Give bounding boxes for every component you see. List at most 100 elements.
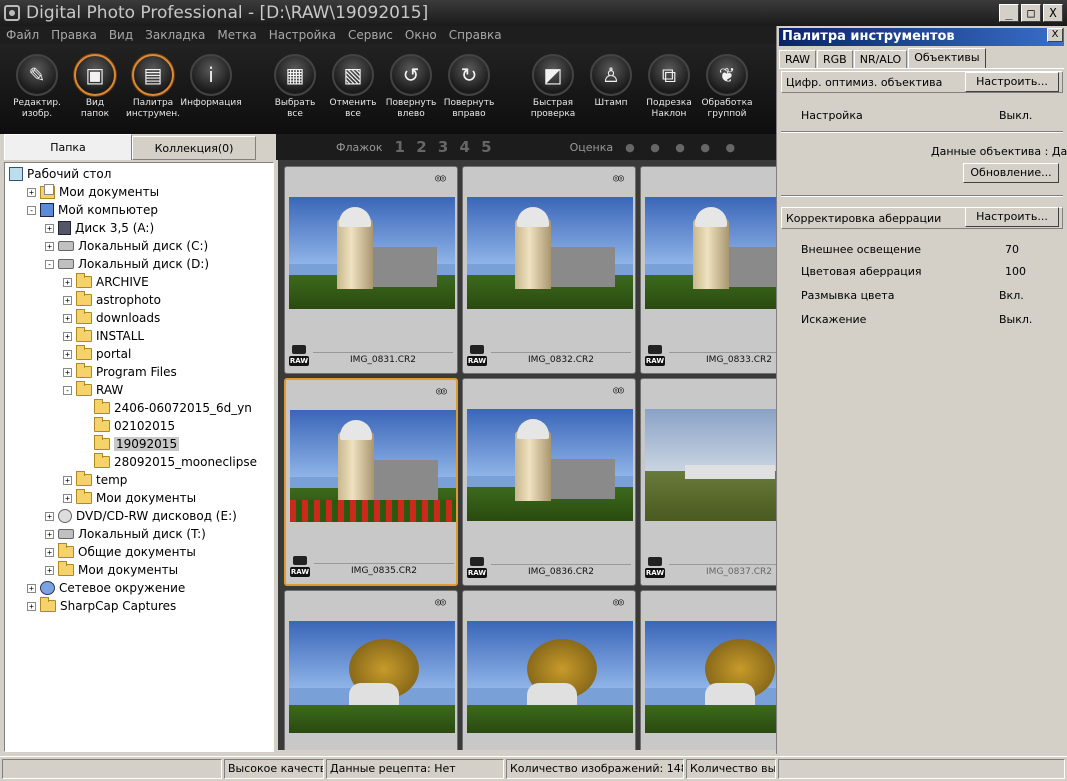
thumbnail[interactable]: ◎◎ RAW IMG_0836.CR2 [462,378,636,586]
toolbar-button[interactable]: ⧉ Подрезка Наклон [640,54,698,120]
tree-item[interactable]: + Program Files [63,363,177,381]
tree-item[interactable]: 2406-06072015_6d_yn [81,399,252,417]
toolbar-button[interactable]: ↺ Повернуть влево [382,54,440,120]
tab-collection[interactable]: Коллекция(0) [132,136,256,160]
toolbar-button[interactable]: ▣ Вид папок [66,54,124,120]
tree-item[interactable]: + Мои документы [27,183,159,201]
toolbar-button[interactable]: ▤ Палитра инструмен. [124,54,182,120]
tree-item-label: temp [96,473,128,487]
tree-item[interactable]: 02102015 [81,417,175,435]
toolbar-button[interactable]: ◩ Быстрая проверка [524,54,582,120]
tree-item[interactable]: 28092015_mooneclipse [81,453,257,471]
tree-item[interactable]: + Локальный диск (C:) [45,237,208,255]
menu-item[interactable]: Сервис [348,28,393,42]
flag-buttons[interactable]: 1 2 3 4 5 [395,138,495,156]
close-button[interactable]: X [1043,4,1063,22]
expand-toggle-icon[interactable]: + [63,493,72,503]
thumbnail[interactable]: ◎◎ [462,590,636,750]
tree-item[interactable]: + SharpCap Captures [27,597,176,615]
palette-close-button[interactable]: X [1047,28,1063,42]
expand-toggle-icon[interactable]: + [63,295,72,305]
tab-lens[interactable]: Объективы [908,48,986,68]
toolbar-button[interactable]: i Информация [180,54,242,109]
expand-toggle-icon[interactable]: - [63,385,72,395]
expand-toggle-icon[interactable]: + [27,601,36,611]
tab-raw[interactable]: RAW [779,50,816,68]
tree-item-label: Мои документы [96,491,197,505]
tree-item[interactable]: + downloads [63,309,160,327]
raw-badge-icon: RAW [290,556,310,580]
expand-toggle-icon[interactable]: + [63,277,72,287]
tree-item[interactable]: + ARCHIVE [63,273,149,291]
expand-toggle-icon[interactable]: + [45,529,54,539]
menu-item[interactable]: Справка [449,28,502,42]
thumbnail[interactable]: ◎◎ RAW IMG_0832.CR2 [462,166,636,374]
tree-item[interactable]: 19092015 [81,435,180,453]
folder-tree[interactable]: Рабочий стол + Мои документы - Мой компьютер… [4,162,274,752]
rating-buttons[interactable]: ● ● ● ● ● [625,141,741,154]
aberration-configure-button[interactable]: Настроить... [965,207,1059,227]
expand-toggle-icon[interactable]: + [63,475,72,485]
tree-item[interactable]: + Диск 3,5 (A:) [45,219,154,237]
tree-item[interactable]: + Мои документы [63,489,196,507]
toolbar-button[interactable]: ▧ Отменить все [324,54,382,120]
menu-item[interactable]: Метка [217,28,256,42]
tree-item[interactable]: + Локальный диск (T:) [45,525,206,543]
thumbnail[interactable]: ◎◎RAWIMG_0837.CR2 [640,378,776,586]
menu-item[interactable]: Закладка [145,28,205,42]
menu-item[interactable]: Настройка [269,28,336,42]
menu-item[interactable]: Вид [109,28,133,42]
toolbar-button[interactable]: ♙ Штамп [582,54,640,109]
tree-item[interactable]: + portal [63,345,131,363]
expand-toggle-icon[interactable]: + [63,331,72,341]
expand-toggle-icon[interactable]: - [45,259,54,269]
expand-toggle-icon[interactable]: + [63,349,72,359]
expand-toggle-icon[interactable]: + [45,565,54,575]
expand-toggle-icon[interactable]: + [45,223,54,233]
tree-item[interactable]: + temp [63,471,127,489]
update-button[interactable]: Обновление... [963,163,1059,183]
menu-item[interactable]: Окно [405,28,437,42]
expand-toggle-icon[interactable]: + [45,511,54,521]
expand-toggle-icon[interactable]: - [27,205,36,215]
thumbnail[interactable]: ◎◎RAWIMG_0833.CR2 [640,166,776,374]
tab-rgb[interactable]: RGB [817,50,853,68]
tree-item[interactable]: - Локальный диск (D:) [45,255,209,273]
tree-item[interactable]: + Мои документы [45,561,178,579]
expand-toggle-icon[interactable]: + [45,241,54,251]
tab-nr-alo[interactable]: NR/ALO [853,50,908,68]
tree-item[interactable]: + astrophoto [63,291,161,309]
maximize-button[interactable]: □ [1021,4,1041,22]
toolbar-button[interactable]: ❦ Обработка группой [698,54,756,120]
menu-item[interactable]: Правка [51,28,97,42]
minimize-button[interactable]: _ [999,4,1019,22]
tree-item[interactable]: - RAW [63,381,123,399]
menu-item[interactable]: Файл [6,28,39,42]
thumbnail-grid[interactable]: ◎◎ RAW IMG_0831.CR2 ◎◎ RAW IMG_0832.CR2 ◎◎ RAW I… [278,160,776,750]
lens-data-icon: ◎◎ [435,173,446,184]
expand-toggle-icon[interactable]: + [63,367,72,377]
tree-item[interactable]: Рабочий стол [9,165,111,183]
toolbar-button-label: Палитра инструмен. [125,98,181,119]
tree-item[interactable]: - Мой компьютер [27,201,158,219]
thumbnail[interactable]: ◎◎ [640,590,776,750]
tree-item-label: 28092015_mooneclipse [114,455,257,469]
tree-item[interactable]: + Сетевое окружение [27,579,185,597]
thumbnail[interactable]: ◎◎ [284,590,458,750]
toolbar-button[interactable]: ↻ Повернуть вправо [440,54,498,120]
tree-item[interactable]: + DVD/CD-RW дисковод (E:) [45,507,237,525]
toolbar-button[interactable]: ▦ Выбрать все [266,54,324,120]
expand-toggle-icon[interactable]: + [27,583,36,593]
lens-opt-configure-button[interactable]: Настроить... [965,72,1059,92]
tree-item[interactable]: + Общие документы [45,543,196,561]
thumbnail[interactable]: ◎◎ RAW IMG_0831.CR2 [284,166,458,374]
expand-toggle-icon[interactable]: + [45,547,54,557]
expand-toggle-icon[interactable]: + [27,187,36,197]
tab-folder[interactable]: Папка [4,134,132,160]
tree-item[interactable]: + INSTALL [63,327,144,345]
info-icon: i [190,54,232,96]
toolbar-button[interactable]: ✎ Редактир. изобр. [8,54,66,120]
expand-toggle-icon[interactable]: + [63,313,72,323]
thumbnail[interactable]: ◎◎ RAW IMG_0835.CR2 [284,378,458,586]
